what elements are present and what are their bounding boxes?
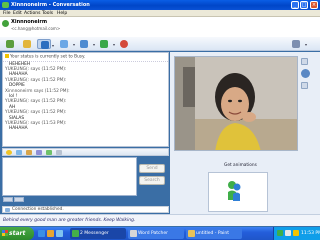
chevron-down-icon: ▾ <box>304 42 307 47</box>
minimize-button[interactable]: _ <box>291 1 299 9</box>
clock: 11:53 PM <box>301 231 320 236</box>
status-bar: Connection established. <box>2 206 169 213</box>
toolbar: ▾ ▾ ▾ ▾ ▾ <box>0 37 320 51</box>
webcam-button[interactable]: ▾ <box>37 39 54 49</box>
menu-tools[interactable]: Tools <box>42 10 53 17</box>
messenger-tray-icon[interactable] <box>277 230 283 236</box>
pin-icon[interactable] <box>301 58 308 65</box>
block-icon <box>120 40 128 48</box>
windows-flag-icon <box>2 230 8 236</box>
menu-file[interactable]: File <box>3 10 11 17</box>
side-icons <box>301 58 315 93</box>
ad-text: Behind every good man are greater friend… <box>3 218 136 223</box>
contact-name: Xinnnoneirm <box>11 19 48 25</box>
title-bar: Xinnnoneirm - Conversation _ □ × <box>0 0 320 10</box>
patcher-task-icon <box>130 230 137 237</box>
start-button[interactable]: start <box>0 227 34 240</box>
games-icon <box>100 40 108 48</box>
contact-email: <c.hang@hotmail.com> <box>11 26 61 31</box>
ad-banner[interactable]: Behind every good man are greater friend… <box>0 214 320 226</box>
message-text: HAHAHA <box>9 126 28 132</box>
close-button[interactable]: × <box>310 1 318 9</box>
activities-icon <box>80 40 88 48</box>
contact-status-icon <box>2 20 9 27</box>
messenger-task-icon <box>72 230 79 237</box>
task-word-patcher[interactable]: Word Patcher <box>128 228 184 239</box>
voice-clip-icon[interactable] <box>36 150 42 155</box>
emoticon-icon[interactable] <box>6 150 12 155</box>
taskbar: start 2 Messenger Word Patcher untitled … <box>0 227 320 240</box>
contact-header: Xinnnoneirm <c.hang@hotmail.com> <box>0 17 320 37</box>
network-icon[interactable] <box>293 230 299 236</box>
games-button[interactable]: ▾ <box>97 39 115 49</box>
message: YUKEUNG(: says (11:52 PM): SIALAS <box>3 110 168 121</box>
change-background-button[interactable]: ▾ <box>289 39 307 49</box>
start-label: start <box>9 230 26 237</box>
block-button[interactable] <box>117 39 131 49</box>
menu-edit[interactable]: Edit <box>13 10 22 17</box>
chevron-down-icon: ▾ <box>92 42 95 47</box>
right-pane: Get animations <box>170 52 320 214</box>
paint-task-icon <box>188 230 195 237</box>
chevron-down-icon: ▾ <box>51 43 54 48</box>
messenger-buddy-icon <box>228 181 241 201</box>
message: YUKEUNG(: says (11:52 PM): HAHAHA <box>3 67 168 78</box>
webcam-video <box>174 56 298 151</box>
message: Xinnnoneirm says (11:52 PM): lol ! <box>3 89 168 100</box>
handwrite-tab[interactable] <box>14 197 24 202</box>
ie-icon[interactable] <box>38 230 45 237</box>
expand-icon[interactable] <box>301 82 308 89</box>
status-notice-text: Your status is currently set to Busy. <box>10 54 86 60</box>
change-background-icon <box>292 40 300 48</box>
call-icon <box>60 40 68 48</box>
system-tray: 11:53 PM <box>273 227 320 240</box>
media-icon[interactable] <box>47 230 54 237</box>
message: YUKEUNG(: says (11:52 PM): DOPPIE <box>3 78 168 89</box>
display-picture-icon[interactable] <box>301 69 310 78</box>
maximize-button[interactable]: □ <box>300 1 308 9</box>
desktop-icon[interactable] <box>56 230 63 237</box>
webcam-icon <box>41 41 49 49</box>
task-label: Word Patcher <box>138 231 168 236</box>
messenger-icon <box>2 2 9 8</box>
chevron-down-icon: ▾ <box>72 42 75 47</box>
volume-icon[interactable] <box>285 230 291 236</box>
menu-help[interactable]: Help <box>57 10 67 17</box>
message: YUKEUNG(: says (11:53 PM): HAHAHA <box>3 121 168 132</box>
chevron-down-icon: ▾ <box>112 42 115 47</box>
menu-actions[interactable]: Actions <box>24 10 40 17</box>
window-title: Xinnnoneirm - Conversation <box>11 2 90 8</box>
formatting-bar <box>2 148 169 156</box>
status-text: Connection established. <box>12 207 64 212</box>
message-input[interactable] <box>2 157 137 196</box>
font-icon[interactable] <box>56 150 62 155</box>
invite-icon <box>6 40 14 48</box>
status-notice: Your status is currently set to Busy. <box>3 53 168 62</box>
send-files-button[interactable] <box>20 39 34 49</box>
search-button[interactable]: Search <box>139 176 165 185</box>
call-button[interactable]: ▾ <box>57 39 75 49</box>
warning-icon <box>5 54 9 58</box>
connection-icon <box>5 208 10 212</box>
nudge-icon[interactable] <box>26 150 32 155</box>
task-label: untitled - Paint <box>196 231 229 236</box>
animations-link[interactable]: Get animations <box>224 163 257 168</box>
task-messenger[interactable]: 2 Messenger <box>70 228 126 239</box>
task-label: 2 Messenger <box>80 231 109 236</box>
send-button[interactable]: Send <box>139 164 165 173</box>
invite-button[interactable] <box>3 39 17 49</box>
send-files-icon <box>23 40 31 48</box>
message: YUKEUNG(: says (11:52 PM): AH <box>3 99 168 110</box>
own-display-picture[interactable] <box>208 172 268 212</box>
task-paint[interactable]: untitled - Paint <box>186 228 242 239</box>
conversation-history[interactable]: Your status is currently set to Busy. HE… <box>2 52 169 147</box>
input-mode-tabs <box>3 197 43 203</box>
webcam-image <box>175 57 297 150</box>
wink-icon[interactable] <box>16 150 22 155</box>
background-icon[interactable] <box>46 150 52 155</box>
activities-button[interactable]: ▾ <box>77 39 95 49</box>
menu-bar: File Edit Actions Tools Help <box>0 10 320 17</box>
type-tab[interactable] <box>3 197 13 202</box>
